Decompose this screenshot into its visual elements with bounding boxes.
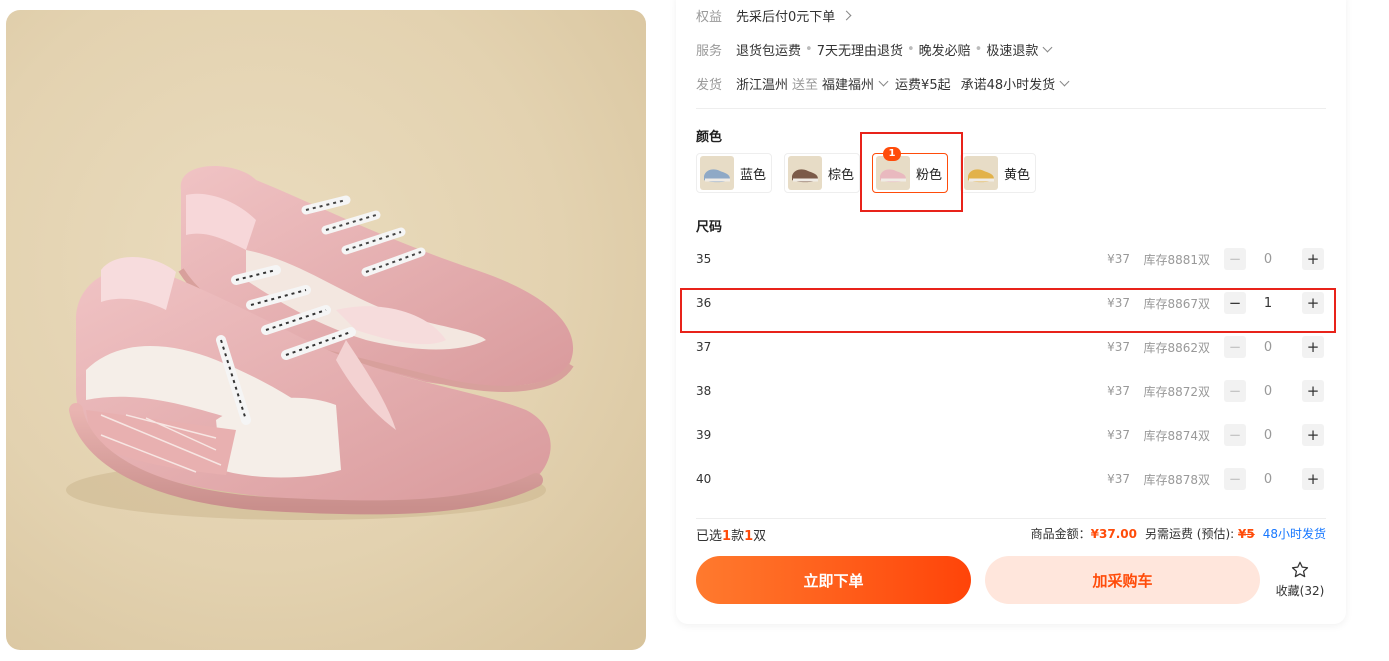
size-stock: 库存8862双 <box>1143 340 1210 355</box>
quantity-value[interactable]: 0 <box>1258 252 1278 267</box>
decrease-button[interactable]: − <box>1224 336 1246 358</box>
summary-prefix: 已选 <box>696 529 723 544</box>
benefit-text[interactable]: 先采后付0元下单 <box>736 6 835 25</box>
size-price: ¥37 <box>1107 428 1130 442</box>
size-label: 37 <box>696 340 712 354</box>
color-option-brown[interactable]: 棕色 <box>784 153 860 193</box>
highlight-box-color <box>860 132 963 212</box>
favorite-label: 收藏(32) <box>1275 584 1325 598</box>
chevron-down-icon[interactable] <box>1042 42 1053 52</box>
delivery-label: 发货 <box>696 77 723 93</box>
ship-time-link[interactable]: 48小时发货 <box>1263 527 1326 541</box>
shoe-thumbnail <box>700 156 734 190</box>
shoe-thumbnail <box>788 156 822 190</box>
divider <box>696 518 1326 519</box>
size-row: 39 ¥37 库存8874双 − 0 + <box>696 423 1326 447</box>
star-icon <box>1291 561 1309 578</box>
summary-kinds-unit: 款 <box>731 529 745 544</box>
shipping-fee: ¥5 <box>1238 527 1255 541</box>
decrease-button[interactable]: − <box>1224 248 1246 270</box>
color-option-yellow[interactable]: 黄色 <box>960 153 1036 193</box>
amount-value: ¥37.00 <box>1090 527 1137 541</box>
product-image[interactable] <box>6 10 646 650</box>
size-label: 35 <box>696 252 712 266</box>
quantity-value[interactable]: 0 <box>1258 472 1278 487</box>
size-price: ¥37 <box>1107 472 1130 486</box>
summary-pairs: 1 <box>744 529 754 544</box>
chevron-down-icon[interactable] <box>1059 76 1070 86</box>
pink-sneakers-illustration <box>66 166 574 520</box>
size-label: 39 <box>696 428 712 442</box>
selection-summary: 已选1款1双 <box>696 525 766 544</box>
price-summary: 商品金额：¥37.00 另需运费 (预估): ¥5 48小时发货 <box>1031 525 1326 542</box>
delivery-row: 发货 浙江温州 送至 福建福州 运费¥5起 承诺48小时发货 <box>696 73 1076 93</box>
increase-button[interactable]: + <box>1302 468 1324 490</box>
service-item: 晚发必赔 <box>918 43 971 59</box>
shoe-thumbnail <box>964 156 998 190</box>
highlight-box-size <box>680 288 1336 333</box>
size-label: 38 <box>696 384 712 398</box>
increase-button[interactable]: + <box>1302 424 1324 446</box>
size-label: 40 <box>696 472 712 486</box>
decrease-button[interactable]: − <box>1224 468 1246 490</box>
size-stock: 库存8874双 <box>1143 428 1210 443</box>
size-stock: 库存8878双 <box>1143 472 1210 487</box>
size-price: ¥37 <box>1107 384 1130 398</box>
increase-button[interactable]: + <box>1302 336 1324 358</box>
delivery-promise[interactable]: 承诺48小时发货 <box>961 74 1056 93</box>
shipping-label: 另需运费 (预估): <box>1144 527 1235 541</box>
color-option-label: 蓝色 <box>740 167 767 183</box>
size-stock: 库存8881双 <box>1143 252 1210 267</box>
size-row: 35 ¥37 库存8881双 − 0 + <box>696 247 1326 271</box>
separator-dot: • <box>805 41 813 57</box>
color-option-blue[interactable]: 蓝色 <box>696 153 772 193</box>
size-section-title: 尺码 <box>696 220 723 235</box>
service-item: 退货包运费 <box>736 43 802 59</box>
increase-button[interactable]: + <box>1302 380 1324 402</box>
color-option-label: 黄色 <box>1004 167 1031 183</box>
delivery-from: 浙江温州 <box>736 77 789 93</box>
separator-dot: • <box>974 41 983 57</box>
summary-pairs-unit: 双 <box>753 529 767 544</box>
decrease-button[interactable]: − <box>1224 424 1246 446</box>
size-row: 40 ¥37 库存8878双 − 0 + <box>696 467 1326 491</box>
color-option-label: 棕色 <box>828 167 855 183</box>
service-row[interactable]: 服务 退货包运费 • 7天无理由退货 • 晚发必赔 • 极速退款 <box>696 39 1059 59</box>
quantity-value[interactable]: 0 <box>1258 340 1278 355</box>
buy-now-button[interactable]: 立即下单 <box>696 556 971 604</box>
quantity-value[interactable]: 0 <box>1258 384 1278 399</box>
amount-label: 商品金额： <box>1030 527 1091 541</box>
chevron-down-icon[interactable] <box>878 76 889 86</box>
service-item: 7天无理由退货 <box>816 43 903 59</box>
divider <box>696 108 1326 109</box>
size-stock: 库存8872双 <box>1143 384 1210 399</box>
benefit-label: 权益 <box>696 9 723 25</box>
size-price: ¥37 <box>1107 340 1130 354</box>
delivery-destination[interactable]: 福建福州 <box>822 74 874 93</box>
size-row: 38 ¥37 库存8872双 − 0 + <box>696 379 1326 403</box>
size-row: 37 ¥37 库存8862双 − 0 + <box>696 335 1326 359</box>
decrease-button[interactable]: − <box>1224 380 1246 402</box>
separator-dot: • <box>906 41 915 57</box>
delivery-fee: 运费¥5起 <box>895 77 951 93</box>
service-label: 服务 <box>696 43 723 59</box>
summary-kinds: 1 <box>722 529 732 544</box>
quantity-value[interactable]: 0 <box>1258 428 1278 443</box>
color-section-title: 颜色 <box>696 130 723 145</box>
chevron-right-icon <box>841 10 852 20</box>
increase-button[interactable]: + <box>1302 248 1324 270</box>
delivery-to-word: 送至 <box>792 77 819 93</box>
size-price: ¥37 <box>1107 252 1130 266</box>
add-to-cart-button[interactable]: 加采购车 <box>985 556 1260 604</box>
favorite-button[interactable]: 收藏(32) <box>1272 560 1328 599</box>
service-item: 极速退款 <box>986 43 1039 59</box>
benefit-row[interactable]: 权益 先采后付0元下单 <box>696 5 852 25</box>
